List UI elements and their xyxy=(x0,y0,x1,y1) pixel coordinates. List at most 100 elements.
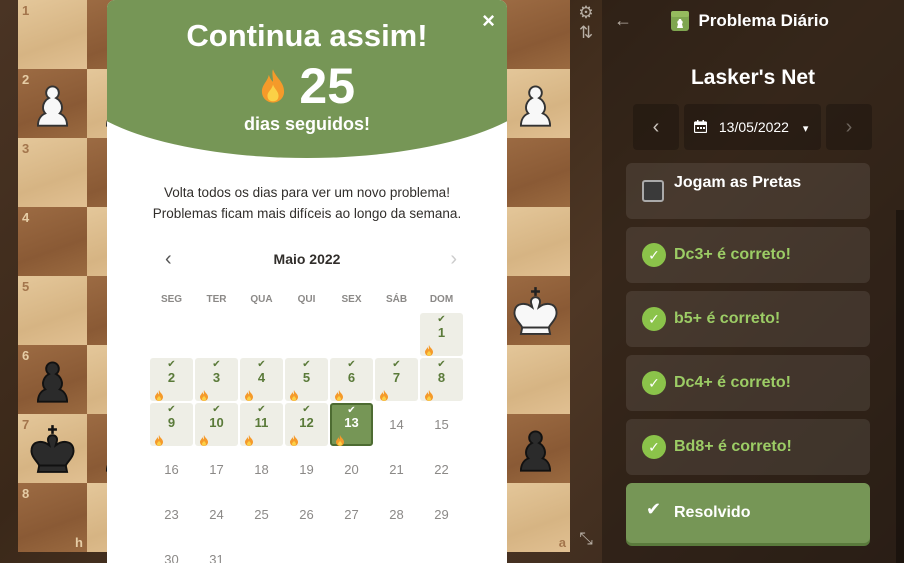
day-number: 5 xyxy=(302,370,311,385)
rank-label: 3 xyxy=(22,141,30,156)
black-pawn-icon[interactable] xyxy=(507,420,564,477)
rank-label: 4 xyxy=(22,210,30,225)
side-to-move: Jogam as Pretas xyxy=(626,163,870,219)
board-tools: ⚙ ⇅ ⤡ xyxy=(575,0,597,552)
calendar-day[interactable]: ✔ 1 xyxy=(420,313,463,356)
sidebar-header: Problema Diário xyxy=(670,10,829,34)
puzzle-name: Lasker's Net xyxy=(690,66,816,89)
weekday-label: TER xyxy=(206,294,227,305)
streak-modal: × Continua assim! 25 dias seguidos! Volt… xyxy=(107,0,507,563)
calendar-day[interactable]: 31 xyxy=(195,538,238,563)
calendar-day[interactable]: 26 xyxy=(285,493,328,536)
board-square[interactable]: 6 xyxy=(18,345,87,414)
move-label: Dc3+ é correto! xyxy=(674,246,791,263)
calendar-day[interactable]: ✔ 9 xyxy=(150,403,193,446)
calendar-day[interactable]: ✔ 11 xyxy=(240,403,283,446)
day-number: 17 xyxy=(209,462,224,477)
day-number: 27 xyxy=(344,507,359,522)
weekday-label: QUA xyxy=(250,294,273,305)
board-square[interactable] xyxy=(501,345,570,414)
back-arrow-icon[interactable]: ← xyxy=(614,10,632,31)
weekday-label: SEG xyxy=(160,294,183,305)
calendar-day[interactable]: 21 xyxy=(375,448,418,491)
move-correct-item: ✓ Bd8+ é correto! xyxy=(626,419,870,475)
calendar-day[interactable]: ✔ 3 xyxy=(195,358,238,401)
calendar-day[interactable]: ✔ 7 xyxy=(375,358,418,401)
expand-icon[interactable]: ⤡ xyxy=(575,528,597,550)
calendar-day[interactable]: 15 xyxy=(420,403,463,446)
board-square[interactable]: a xyxy=(501,483,570,552)
move-correct-item: ✓ Dc3+ é correto! xyxy=(626,227,870,283)
date-picker[interactable]: 13/05/2022 ▾ xyxy=(684,104,821,150)
calendar-day[interactable]: 14 xyxy=(375,403,418,446)
white-king-icon[interactable] xyxy=(507,282,564,339)
board-square[interactable] xyxy=(501,69,570,138)
board-square[interactable] xyxy=(501,138,570,207)
chevron-right-icon[interactable]: › xyxy=(450,248,457,271)
flame-icon xyxy=(261,69,285,103)
calendar-day[interactable]: 28 xyxy=(375,493,418,536)
board-square[interactable] xyxy=(501,276,570,345)
day-number: 9 xyxy=(167,415,176,430)
white-pawn-icon[interactable] xyxy=(24,75,81,132)
calendar-day[interactable]: 27 xyxy=(330,493,373,536)
move-correct-item: ✓ Dc4+ é correto! xyxy=(626,355,870,411)
board-square[interactable]: 5 xyxy=(18,276,87,345)
calendar-day[interactable]: 16 xyxy=(150,448,193,491)
calendar-empty-cell xyxy=(150,313,193,356)
white-pawn-icon[interactable] xyxy=(507,75,564,132)
calendar-day[interactable]: 20 xyxy=(330,448,373,491)
day-number: 7 xyxy=(392,370,401,385)
board-square[interactable]: 1 xyxy=(18,0,87,69)
calendar-day[interactable]: 19 xyxy=(285,448,328,491)
scrollbar[interactable] xyxy=(896,210,904,563)
check-circle-icon: ✓ xyxy=(642,243,666,267)
day-number: 6 xyxy=(347,370,356,385)
solved-button[interactable]: ✔ Resolvido xyxy=(626,483,870,543)
gear-icon[interactable]: ⚙ xyxy=(575,2,597,24)
calendar-day[interactable]: ✔ 10 xyxy=(195,403,238,446)
day-number: 28 xyxy=(389,507,404,522)
calendar-day[interactable]: 29 xyxy=(420,493,463,536)
board-square[interactable]: 2 xyxy=(18,69,87,138)
board-square[interactable]: 4 xyxy=(18,207,87,276)
streak-count: 25 xyxy=(299,58,356,114)
calendar-weekdays: SEG TER QUA QUI SEX SÁB DOM xyxy=(149,294,464,305)
prev-date-button[interactable]: ‹ xyxy=(633,104,679,150)
check-circle-icon: ✓ xyxy=(642,371,666,395)
board-square[interactable] xyxy=(501,0,570,69)
weekday-label: SEX xyxy=(341,294,362,305)
calendar-day[interactable]: ✔ 2 xyxy=(150,358,193,401)
weekday-label: DOM xyxy=(429,294,454,305)
board-square[interactable]: 8h xyxy=(18,483,87,552)
day-number: 26 xyxy=(299,507,314,522)
calendar-day[interactable]: 18 xyxy=(240,448,283,491)
board-square[interactable]: 7 xyxy=(18,414,87,483)
board-square[interactable] xyxy=(501,414,570,483)
calendar-day[interactable]: 24 xyxy=(195,493,238,536)
calendar-day[interactable]: ✔ 4 xyxy=(240,358,283,401)
date-value: 13/05/2022 xyxy=(718,119,789,135)
black-pawn-icon[interactable] xyxy=(24,351,81,408)
day-number: 31 xyxy=(209,552,224,563)
board-square[interactable] xyxy=(501,207,570,276)
day-number: 4 xyxy=(257,370,266,385)
board-square[interactable]: 3 xyxy=(18,138,87,207)
black-king-icon[interactable] xyxy=(24,420,81,477)
day-number: 21 xyxy=(389,462,404,477)
next-date-button[interactable]: › xyxy=(826,104,872,150)
calendar-day[interactable]: ✔ 6 xyxy=(330,358,373,401)
calendar-day[interactable]: ✔ 8 xyxy=(420,358,463,401)
calendar-day[interactable]: 25 xyxy=(240,493,283,536)
flip-icon[interactable]: ⇅ xyxy=(575,22,597,44)
weekday-label: QUI xyxy=(297,294,316,305)
calendar-day[interactable]: ✔ 13 xyxy=(330,403,373,446)
description-line: Problemas ficam mais difíceis ao longo d… xyxy=(152,206,462,221)
calendar-day[interactable]: 30 xyxy=(150,538,193,563)
sidebar: ← Problema Diário Lasker's Net ‹ 13/05/2… xyxy=(602,0,904,563)
calendar-day[interactable]: ✔ 5 xyxy=(285,358,328,401)
calendar-day[interactable]: ✔ 12 xyxy=(285,403,328,446)
calendar-day[interactable]: 23 xyxy=(150,493,193,536)
calendar-day[interactable]: 17 xyxy=(195,448,238,491)
calendar-day[interactable]: 22 xyxy=(420,448,463,491)
